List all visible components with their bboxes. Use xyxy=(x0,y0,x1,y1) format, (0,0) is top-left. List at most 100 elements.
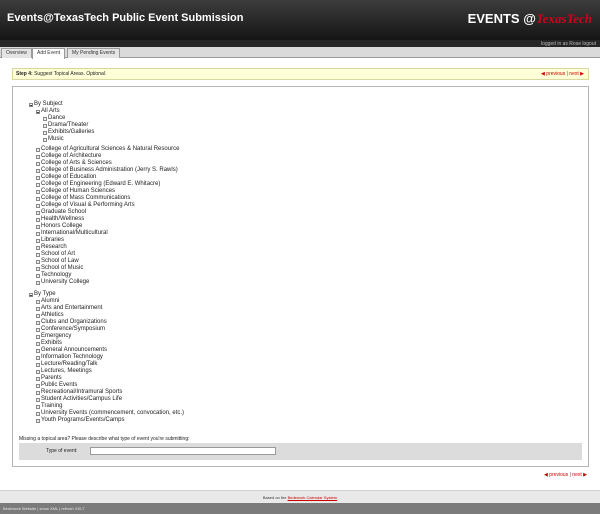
checkbox-icon[interactable] xyxy=(36,273,40,278)
tree-node-type[interactable]: Conference/Symposium xyxy=(29,326,184,333)
tree-node-subject[interactable]: College of Business Administration (Jerr… xyxy=(29,167,184,174)
checkbox-icon[interactable] xyxy=(36,175,40,180)
tab-my-pending-events[interactable]: My Pending Events xyxy=(67,48,121,58)
checkbox-icon[interactable] xyxy=(43,116,47,121)
checkbox-icon[interactable] xyxy=(36,376,40,381)
tree-node-type[interactable]: Arts and Entertainment xyxy=(29,305,184,312)
tree-node-subject[interactable]: School of Art xyxy=(29,251,184,258)
tree-node-type[interactable]: University Events (commencement, convoca… xyxy=(29,410,184,417)
tree-node-by-type[interactable]: By Type xyxy=(29,291,184,298)
tree-node-type[interactable]: Youth Programs/Events/Camps xyxy=(29,417,184,424)
tree-node-subject[interactable]: College of Visual & Performing Arts xyxy=(29,202,184,209)
tree-node-arts-item[interactable]: Exhibits/Galleries xyxy=(29,129,184,136)
previous-link[interactable]: previous xyxy=(549,472,568,478)
tree-node-subject[interactable]: Libraries xyxy=(29,237,184,244)
tree-node-subject[interactable]: School of Music xyxy=(29,265,184,272)
checkbox-icon[interactable] xyxy=(36,203,40,208)
tab-overview[interactable]: Overview xyxy=(1,48,32,58)
tree-node-type[interactable]: Lecture/Reading/Talk xyxy=(29,361,184,368)
tree-node-type[interactable]: Emergency xyxy=(29,333,184,340)
tree-node-type[interactable]: Information Technology xyxy=(29,354,184,361)
tree-node-subject[interactable]: Health/Wellness xyxy=(29,216,184,223)
tree-node-type[interactable]: Student Activities/Campus Life xyxy=(29,396,184,403)
status-bar-text[interactable]: Bedework Website | show XML | refresh XS… xyxy=(3,506,85,511)
checkbox-icon[interactable] xyxy=(36,390,40,395)
tree-node-subject[interactable]: College of Human Sciences xyxy=(29,188,184,195)
checkbox-icon[interactable] xyxy=(36,369,40,374)
tree-node-type[interactable]: Lectures, Meetings xyxy=(29,368,184,375)
tree-node-type[interactable]: General Announcements xyxy=(29,347,184,354)
tree-node-all-arts[interactable]: All Arts xyxy=(29,108,184,115)
arrow-left-icon[interactable]: ◀ xyxy=(544,472,548,478)
tree-node-type[interactable]: Clubs and Organizations xyxy=(29,319,184,326)
tree-node-arts-item[interactable]: Dance xyxy=(29,115,184,122)
checkbox-icon[interactable] xyxy=(36,224,40,229)
tree-node-type[interactable]: Recreational/Intramural Sports xyxy=(29,389,184,396)
tree-node-subject[interactable]: College of Education xyxy=(29,174,184,181)
checkbox-icon[interactable] xyxy=(36,217,40,222)
tree-node-by-subject[interactable]: By Subject xyxy=(29,101,184,108)
tree-node-subject[interactable]: Honors College xyxy=(29,223,184,230)
checkbox-icon[interactable] xyxy=(36,313,40,318)
checkbox-icon[interactable] xyxy=(36,299,40,304)
tree-node-subject[interactable]: Graduate School xyxy=(29,209,184,216)
tree-node-subject[interactable]: Technology xyxy=(29,272,184,279)
type-of-event-input[interactable] xyxy=(90,447,276,455)
checkbox-icon[interactable] xyxy=(36,362,40,367)
tree-node-subject[interactable]: School of Law xyxy=(29,258,184,265)
checkbox-icon[interactable] xyxy=(36,383,40,388)
checkbox-icon[interactable] xyxy=(43,137,47,142)
next-link[interactable]: next xyxy=(569,71,578,77)
collapse-icon[interactable] xyxy=(29,102,33,107)
tree-node-arts-item[interactable]: Drama/Theater xyxy=(29,122,184,129)
collapse-icon[interactable] xyxy=(36,109,40,114)
checkbox-icon[interactable] xyxy=(36,341,40,346)
checkbox-icon[interactable] xyxy=(36,320,40,325)
tree-node-subject[interactable]: College of Engineering (Edward E. Whitac… xyxy=(29,181,184,188)
tree-node-subject[interactable]: College of Agricultural Sciences & Natur… xyxy=(29,146,184,153)
checkbox-icon[interactable] xyxy=(36,327,40,332)
tree-node-subject[interactable]: College of Arts & Sciences xyxy=(29,160,184,167)
checkbox-icon[interactable] xyxy=(36,161,40,166)
tree-node-type[interactable]: Training xyxy=(29,403,184,410)
tree-node-type[interactable]: Public Events xyxy=(29,382,184,389)
bedework-link[interactable]: Bedework Calendar System xyxy=(288,495,338,500)
checkbox-icon[interactable] xyxy=(43,130,47,135)
previous-link[interactable]: previous xyxy=(546,71,565,77)
checkbox-icon[interactable] xyxy=(36,404,40,409)
checkbox-icon[interactable] xyxy=(36,266,40,271)
tree-node-subject[interactable]: College of Architecture xyxy=(29,153,184,160)
checkbox-icon[interactable] xyxy=(36,411,40,416)
arrow-right-icon[interactable]: ▶ xyxy=(580,71,584,77)
checkbox-icon[interactable] xyxy=(36,182,40,187)
checkbox-icon[interactable] xyxy=(36,168,40,173)
checkbox-icon[interactable] xyxy=(36,418,40,423)
checkbox-icon[interactable] xyxy=(36,306,40,311)
checkbox-icon[interactable] xyxy=(36,231,40,236)
tree-node-type[interactable]: Parents xyxy=(29,375,184,382)
checkbox-icon[interactable] xyxy=(36,238,40,243)
checkbox-icon[interactable] xyxy=(36,334,40,339)
checkbox-icon[interactable] xyxy=(36,252,40,257)
checkbox-icon[interactable] xyxy=(36,245,40,250)
collapse-icon[interactable] xyxy=(29,292,33,297)
checkbox-icon[interactable] xyxy=(36,147,40,152)
checkbox-icon[interactable] xyxy=(36,154,40,159)
tree-node-arts-item[interactable]: Music xyxy=(29,136,184,143)
tree-node-type[interactable]: Athletics xyxy=(29,312,184,319)
tree-node-type[interactable]: Alumni xyxy=(29,298,184,305)
tree-node-type[interactable]: Exhibits xyxy=(29,340,184,347)
arrow-right-icon[interactable]: ▶ xyxy=(583,472,587,478)
arrow-left-icon[interactable]: ◀ xyxy=(541,71,545,77)
checkbox-icon[interactable] xyxy=(36,355,40,360)
checkbox-icon[interactable] xyxy=(36,348,40,353)
checkbox-icon[interactable] xyxy=(36,189,40,194)
tree-node-subject[interactable]: International/Multicultural xyxy=(29,230,184,237)
checkbox-icon[interactable] xyxy=(36,280,40,285)
checkbox-icon[interactable] xyxy=(36,196,40,201)
checkbox-icon[interactable] xyxy=(43,123,47,128)
tab-add-event[interactable]: Add Event xyxy=(32,48,66,59)
tree-node-subject[interactable]: College of Mass Communications xyxy=(29,195,184,202)
checkbox-icon[interactable] xyxy=(36,259,40,264)
next-link[interactable]: next xyxy=(572,472,581,478)
